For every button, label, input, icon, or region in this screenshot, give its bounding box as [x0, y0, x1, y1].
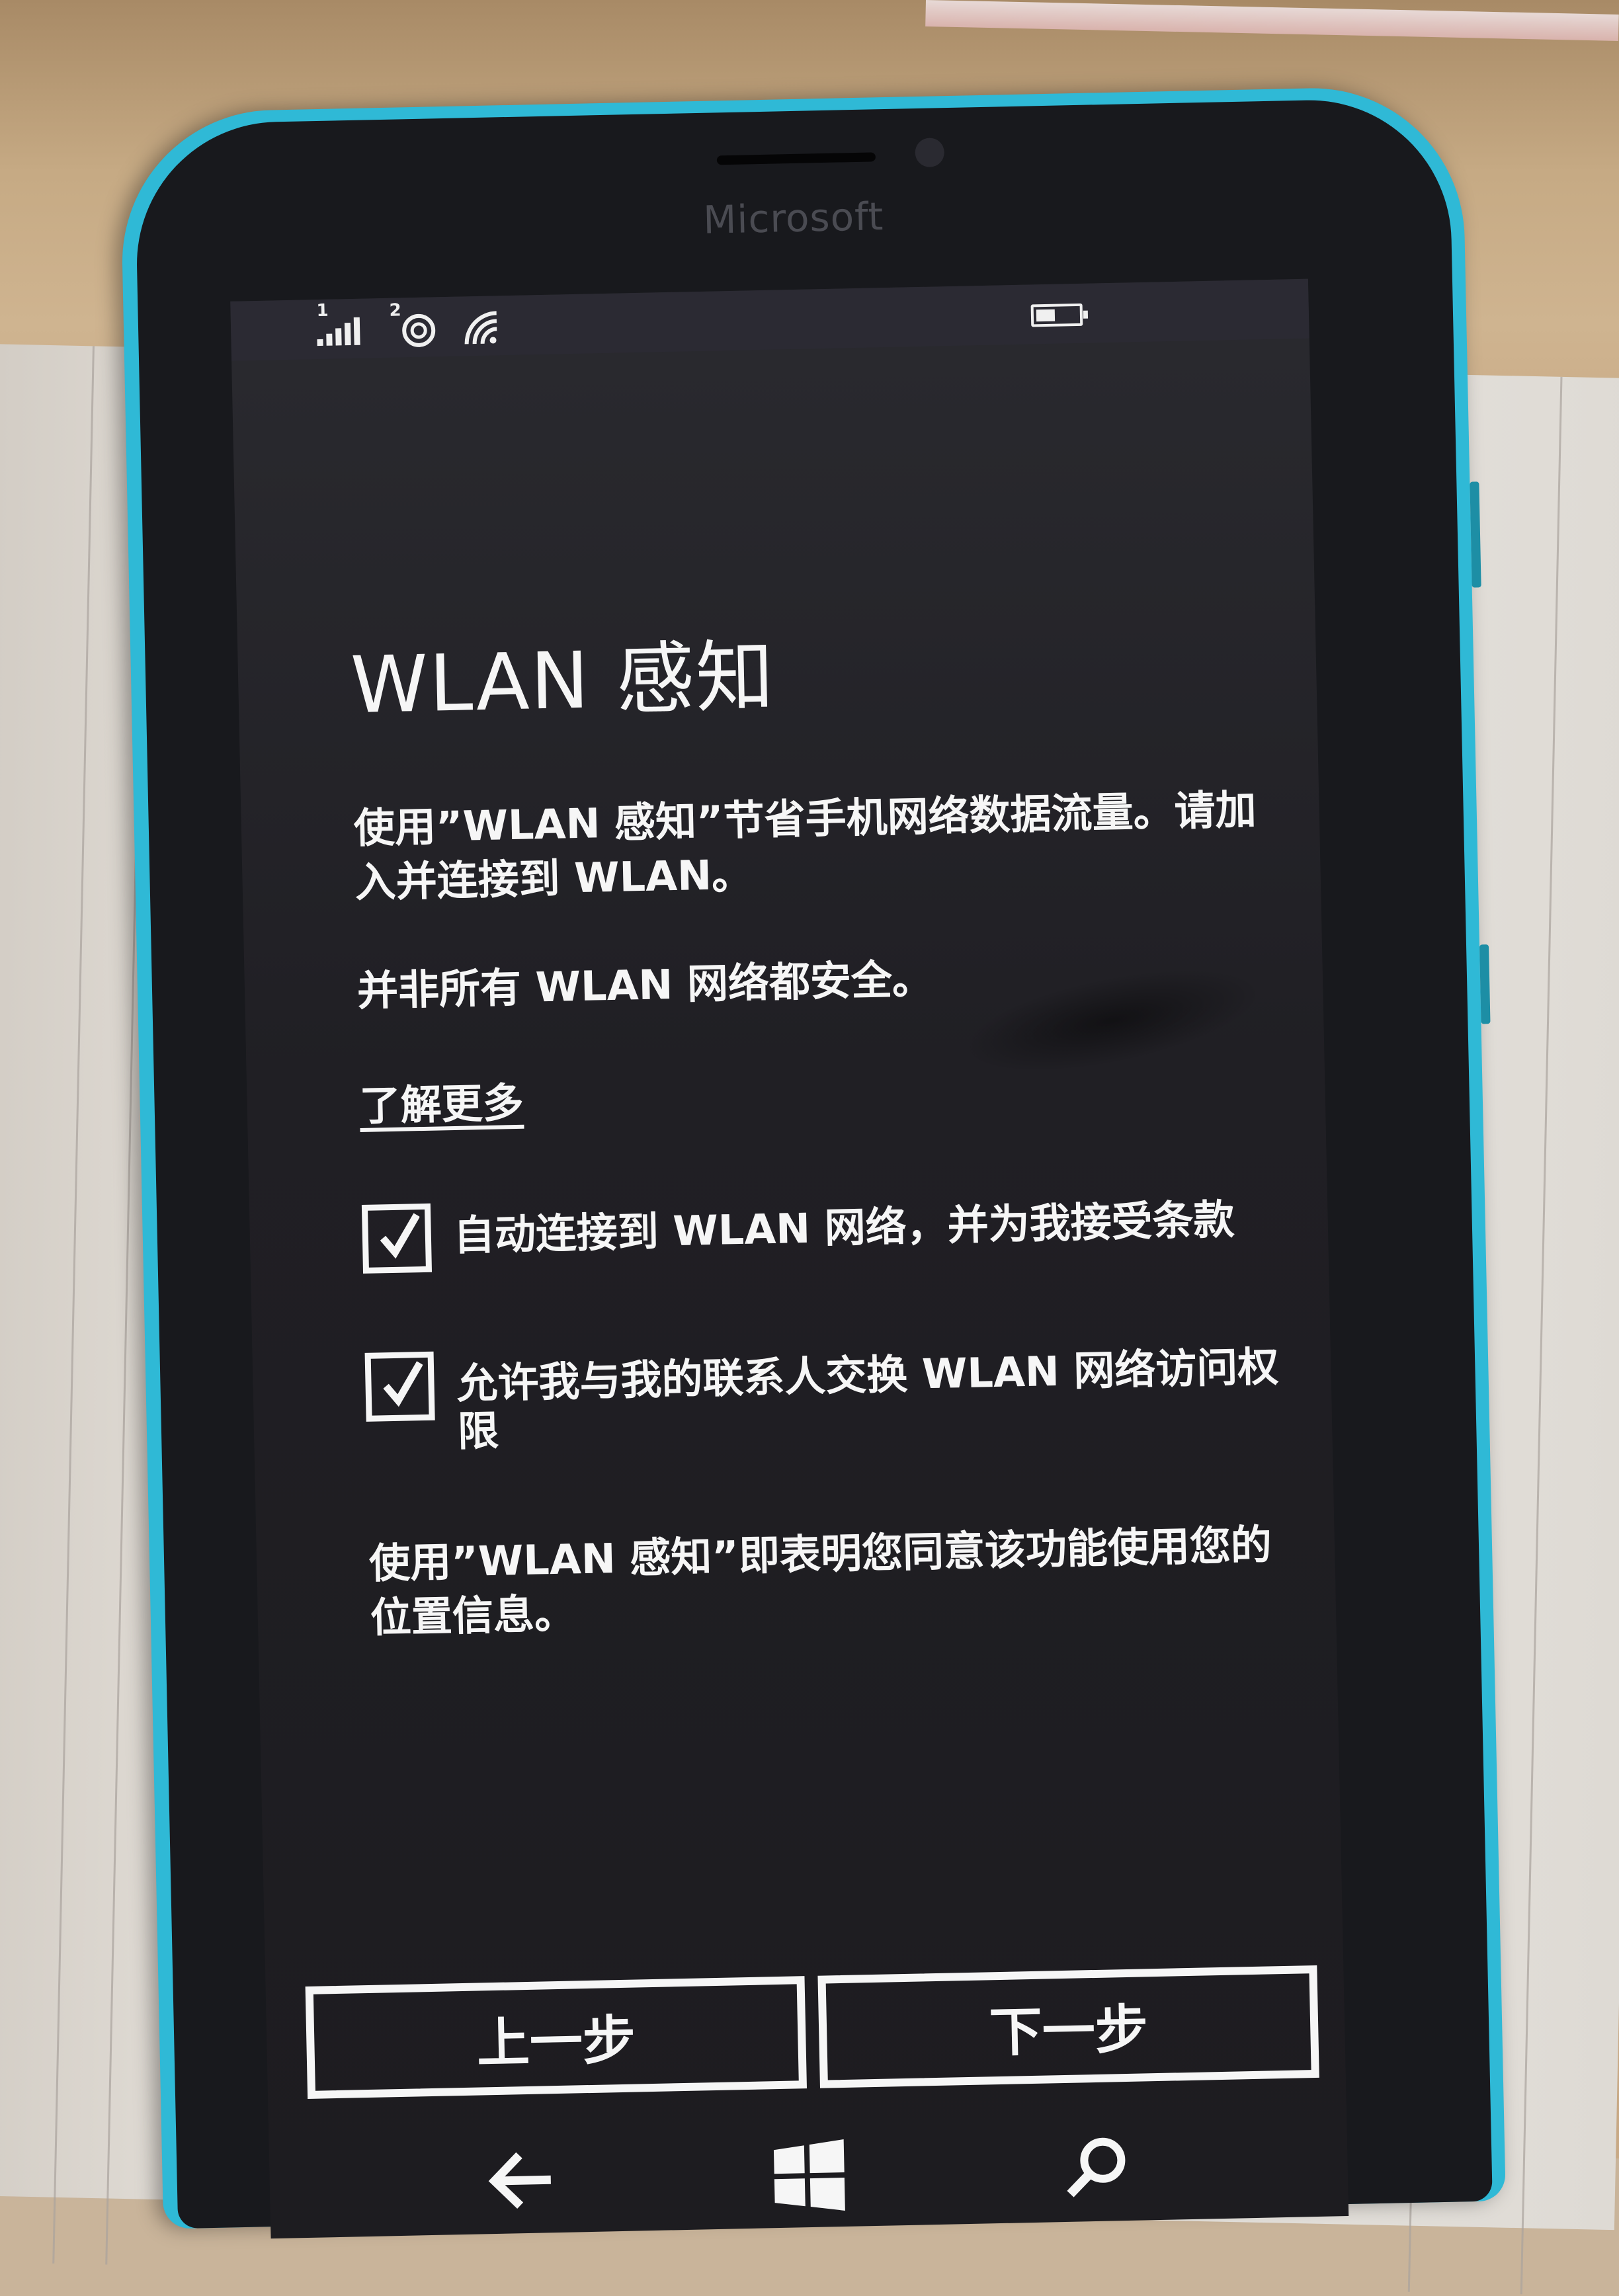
paper-line: [52, 346, 95, 2264]
front-camera: [915, 138, 945, 168]
battery-icon: [1030, 303, 1089, 327]
wizard-buttons: 上一步 下一步: [305, 1965, 1319, 2099]
back-arrow-icon[interactable]: [467, 2127, 575, 2234]
share-contacts-checkbox[interactable]: [364, 1351, 435, 1422]
phone-face: Microsoft 1 2 WLAN 感知 使用”WLAN 感知”节省手机网络数…: [134, 97, 1493, 2239]
battery-level: [1036, 309, 1056, 322]
option-share-contacts[interactable]: 允许我与我的联系人交换 WLAN 网络访问权限: [364, 1333, 1293, 1457]
sim2-label: 2: [389, 300, 401, 321]
wlan-sense-page: WLAN 感知 使用”WLAN 感知”节省手机网络数据流量。请加入并连接到 WL…: [350, 624, 1298, 1700]
share-contacts-label: 允许我与我的联系人交换 WLAN 网络访问权限: [456, 1342, 1279, 1456]
back-button[interactable]: 上一步: [305, 1976, 808, 2099]
auto-connect-checkbox[interactable]: [361, 1203, 433, 1274]
earpiece-speaker: [716, 152, 876, 165]
sim1-label: 1: [316, 300, 329, 321]
next-button[interactable]: 下一步: [817, 1965, 1319, 2088]
navigation-bar: [269, 2110, 1349, 2238]
search-icon[interactable]: [1042, 2114, 1150, 2222]
learn-more-link[interactable]: 了解更多: [359, 1069, 524, 1132]
description-text: 使用”WLAN 感知”节省手机网络数据流量。请加入并连接到 WLAN。: [353, 785, 1257, 907]
checkmark-icon: [383, 1361, 423, 1407]
auto-connect-label: 自动连接到 WLAN 网络，并为我接受条款: [453, 1195, 1235, 1260]
location-notice-text: 使用”WLAN 感知”即表明您同意该功能使用您的位置信息。: [368, 1520, 1272, 1642]
power-button[interactable]: [1479, 944, 1491, 1024]
status-bar: 1 2: [230, 278, 1309, 361]
option-auto-connect[interactable]: 自动连接到 WLAN 网络，并为我接受条款: [361, 1185, 1289, 1274]
screen: 1 2 WLAN 感知 使用”WLAN 感知”节省手机网络数据流量。请加入并连接…: [230, 278, 1349, 2239]
page-title: WLAN 感知: [349, 630, 776, 731]
sim2-signal-icon: 2: [389, 300, 443, 348]
paper-line: [1520, 376, 1563, 2295]
windows-start-icon[interactable]: [755, 2120, 862, 2228]
checkmark-icon: [380, 1213, 420, 1259]
phone-body: Microsoft 1 2 WLAN 感知 使用”WLAN 感知”节省手机网络数…: [119, 85, 1506, 2239]
wifi-icon: [462, 309, 507, 347]
brand-logo: Microsoft: [702, 194, 884, 243]
signal-icon: 1: [316, 301, 377, 347]
warning-text: 并非所有 WLAN 网络都安全。: [356, 954, 934, 1015]
